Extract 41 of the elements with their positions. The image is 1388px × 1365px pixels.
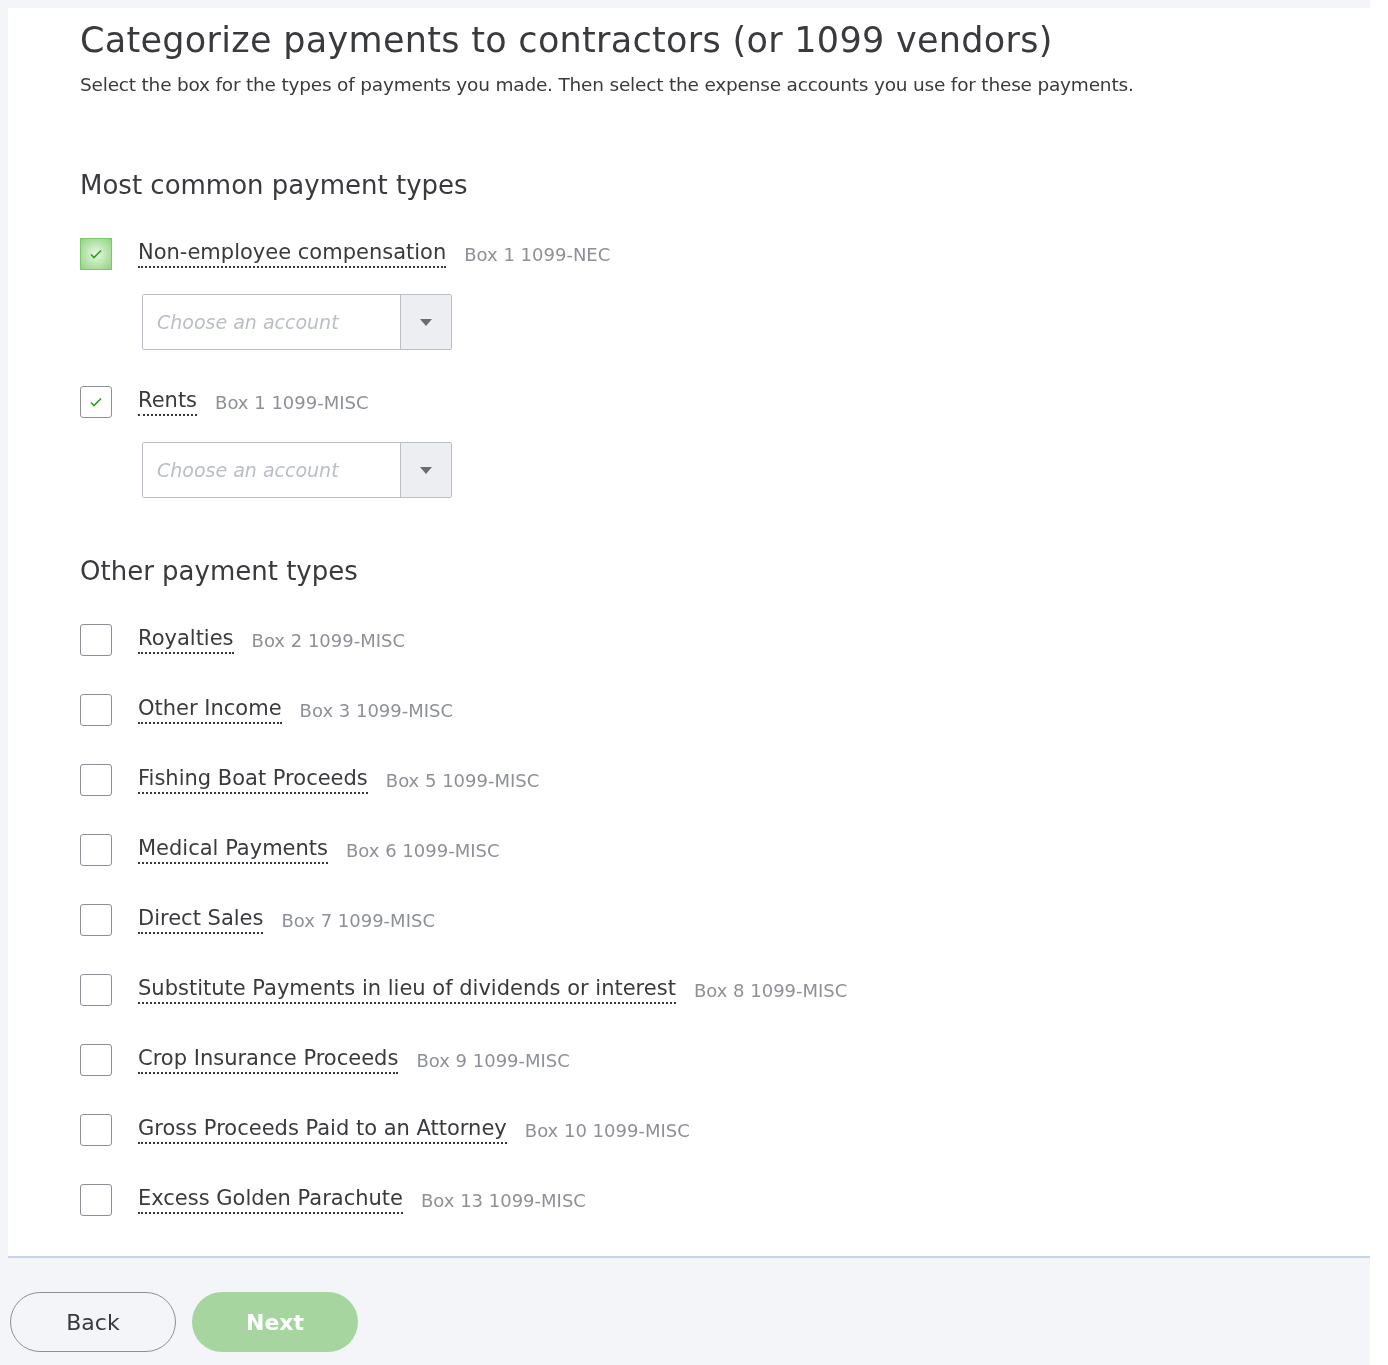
payment-type-label: Fishing Boat Proceeds xyxy=(138,766,368,794)
checkbox[interactable] xyxy=(80,904,112,936)
payment-type-label: Rents xyxy=(138,388,198,416)
box-code: Box 6 1099-MISC xyxy=(346,839,500,861)
box-code: Box 10 1099-MISC xyxy=(524,1119,690,1141)
box-code: Box 3 1099-MISC xyxy=(299,699,454,721)
checkbox[interactable] xyxy=(80,1184,112,1216)
caret-icon xyxy=(420,318,432,326)
payment-type-label: Other Income xyxy=(138,696,282,724)
payment-type-label: Gross Proceeds Paid to an Attorney xyxy=(138,1116,507,1144)
account-dropdown[interactable]: Choose an account xyxy=(142,442,452,498)
checkbox[interactable] xyxy=(80,974,112,1006)
payment-type-label: Non-employee compensation xyxy=(138,240,447,268)
box-code: Box 1 1099-MISC xyxy=(215,391,369,413)
page-title: Categorize payments to contractors (or 1099 vendors) xyxy=(80,20,1054,60)
payment-type-label: Direct Sales xyxy=(138,906,264,934)
checkbox[interactable] xyxy=(80,1114,112,1146)
box-code: Box 1 1099-NEC xyxy=(464,243,611,265)
payment-type-label: Medical Payments xyxy=(138,836,328,864)
payment-type-label: Royalties xyxy=(138,626,234,654)
box-code: Box 7 1099-MISC xyxy=(281,909,435,931)
payment-type-label: Excess Golden Parachute xyxy=(138,1186,403,1214)
box-code: Box 2 1099-MISC xyxy=(251,629,406,651)
instructions-text: Select the box for the types of payments you made. Then select the expense accounts you use for these payments. xyxy=(80,74,1135,95)
box-code: Box 13 1099-MISC xyxy=(420,1189,586,1211)
checkbox[interactable] xyxy=(80,694,112,726)
checkbox[interactable] xyxy=(80,1044,112,1076)
checkbox[interactable] xyxy=(80,386,112,418)
payment-type-label: Crop Insurance Proceeds xyxy=(138,1046,399,1074)
checkbox[interactable] xyxy=(80,834,112,866)
account-dropdown[interactable]: Choose an account xyxy=(142,294,452,350)
box-code: Box 8 1099-MISC xyxy=(693,979,848,1001)
box-code: Box 9 1099-MISC xyxy=(416,1049,570,1071)
checkbox[interactable] xyxy=(80,238,112,270)
checkbox[interactable] xyxy=(80,764,112,796)
section-heading: Most common payment types xyxy=(80,170,469,200)
checkbox[interactable] xyxy=(80,624,112,656)
caret-icon xyxy=(420,466,432,474)
section-heading: Other payment types xyxy=(80,556,359,586)
payment-type-label: Substitute Payments in lieu of dividends or interest xyxy=(138,976,676,1004)
box-code: Box 5 1099-MISC xyxy=(385,769,540,791)
